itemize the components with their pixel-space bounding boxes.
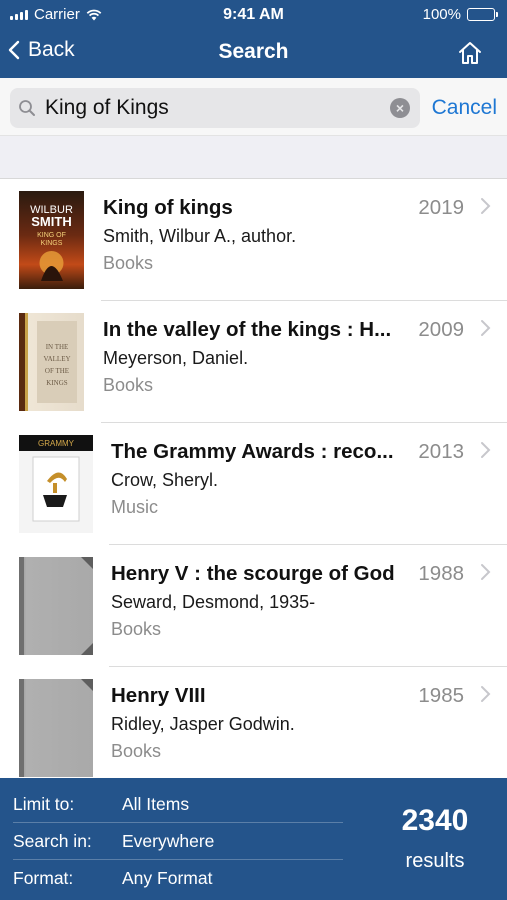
- result-title: Henry V : the scourge of God: [111, 562, 395, 585]
- cover-text: SMITH: [31, 214, 71, 229]
- book-placeholder-image: [19, 679, 93, 777]
- battery-percent: 100%: [422, 6, 461, 23]
- cover-text: VALLEY: [43, 355, 70, 363]
- result-author: Crow, Sheryl.: [111, 470, 219, 490]
- result-row[interactable]: Henry VIII 1985 Ridley, Jasper Godwin. B…: [0, 667, 507, 789]
- top-bar: Carrier 9:41 AM 100% Back Search: [0, 0, 507, 78]
- result-format: Books: [103, 375, 154, 395]
- album-cover-image: GRAMMY: [19, 435, 93, 533]
- result-author: Ridley, Jasper Godwin.: [111, 714, 295, 734]
- filter-label: Format:: [13, 868, 74, 888]
- filter-value: Everywhere: [122, 831, 215, 851]
- search-icon: [19, 100, 35, 116]
- results-label: results: [405, 850, 465, 872]
- back-button[interactable]: Back: [8, 38, 75, 62]
- search-query: King of Kings: [45, 96, 169, 119]
- result-format: Books: [111, 741, 162, 761]
- result-row[interactable]: IN THE VALLEY OF THE KINGS In the valley…: [0, 301, 507, 423]
- result-row[interactable]: WILBUR SMITH KING OF KINGS King of kings…: [0, 179, 507, 301]
- limit-to-filter[interactable]: Limit to: All Items: [13, 786, 343, 823]
- cover-text: GRAMMY: [38, 439, 75, 448]
- filter-bar: Limit to: All Items Search in: Everywher…: [0, 778, 507, 900]
- filter-value: Any Format: [122, 868, 213, 888]
- result-author: Meyerson, Daniel.: [103, 348, 249, 368]
- chevron-right-icon: [481, 198, 491, 214]
- result-title: King of kings: [103, 196, 233, 219]
- back-chevron-icon: [8, 40, 20, 60]
- result-year: 2019: [418, 196, 464, 219]
- results-list: WILBUR SMITH KING OF KINGS King of kings…: [0, 179, 507, 789]
- result-year: 1985: [418, 684, 464, 707]
- result-year: 2009: [418, 318, 464, 341]
- status-right: 100%: [422, 6, 498, 23]
- home-icon[interactable]: [457, 40, 483, 66]
- cover-text: KING OF: [37, 232, 66, 239]
- chevron-right-icon: [481, 320, 491, 336]
- result-format: Books: [103, 253, 154, 273]
- result-author: Seward, Desmond, 1935-: [111, 592, 316, 612]
- chevron-right-icon: [481, 442, 491, 458]
- cover-text: OF THE: [45, 367, 69, 375]
- filter-label: Limit to:: [13, 794, 75, 814]
- result-year: 1988: [418, 562, 464, 585]
- result-title: Henry VIII: [111, 684, 206, 707]
- cancel-button[interactable]: Cancel: [432, 96, 497, 120]
- back-label: Back: [28, 38, 75, 61]
- result-row[interactable]: Henry V : the scourge of God 1988 Seward…: [0, 545, 507, 667]
- navigation-bar: Back Search: [0, 30, 507, 78]
- battery-icon: [467, 8, 498, 21]
- format-filter[interactable]: Format: Any Format: [13, 860, 343, 897]
- result-row[interactable]: GRAMMY The Grammy Awards : reco... 2013 …: [0, 423, 507, 545]
- results-count: 2340: [401, 804, 469, 837]
- search-input[interactable]: King of Kings ×: [10, 88, 420, 128]
- filter-label: Search in:: [13, 831, 92, 851]
- cover-text: KINGS: [41, 240, 63, 247]
- result-year: 2013: [418, 440, 464, 463]
- result-title: In the valley of the kings : H...: [103, 318, 392, 341]
- chevron-right-icon: [481, 686, 491, 702]
- book-cover-image: WILBUR SMITH KING OF KINGS: [19, 191, 84, 289]
- clear-icon[interactable]: ×: [390, 98, 410, 118]
- filter-value: All Items: [122, 794, 190, 814]
- book-cover-image: IN THE VALLEY OF THE KINGS: [19, 313, 84, 411]
- book-placeholder-image: [19, 557, 93, 655]
- status-bar: Carrier 9:41 AM 100%: [0, 0, 507, 30]
- chevron-right-icon: [481, 564, 491, 580]
- result-format: Books: [111, 619, 162, 639]
- result-author: Smith, Wilbur A., author.: [103, 226, 297, 246]
- page-title: Search: [218, 40, 289, 63]
- result-format: Music: [111, 497, 159, 517]
- search-in-filter[interactable]: Search in: Everywhere: [13, 823, 343, 860]
- cover-text: KINGS: [46, 379, 67, 387]
- search-bar: King of Kings × Cancel: [0, 78, 507, 136]
- section-spacer: [0, 136, 507, 179]
- result-title: The Grammy Awards : reco...: [111, 440, 394, 463]
- cover-text: IN THE: [46, 343, 69, 351]
